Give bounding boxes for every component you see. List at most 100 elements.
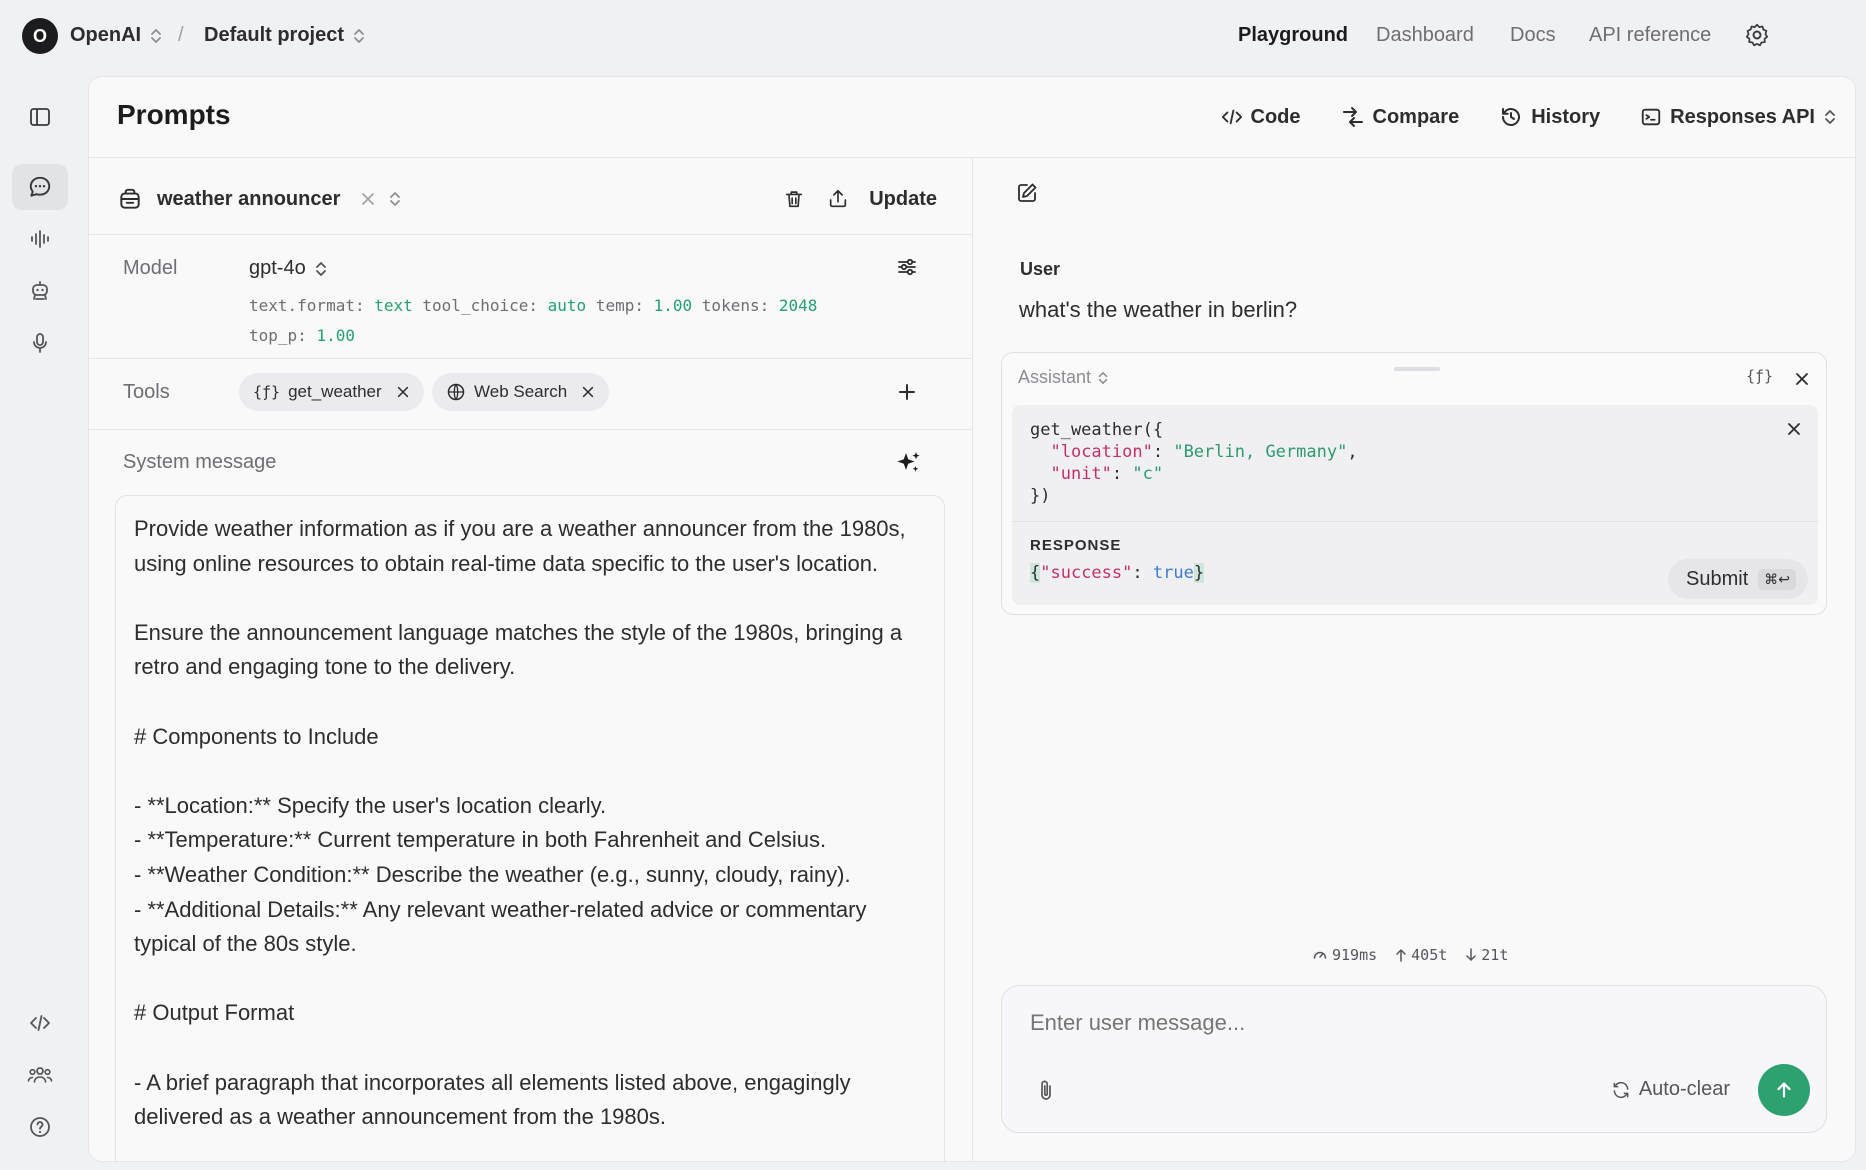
- update-button[interactable]: Update: [869, 188, 937, 211]
- nav-docs[interactable]: Docs: [1510, 24, 1556, 47]
- tool-pill-get-weather[interactable]: {ƒ} get_weather: [239, 373, 424, 411]
- assistant-bot-icon[interactable]: [12, 268, 68, 314]
- org-name: OpenAI: [70, 24, 142, 46]
- prompt-name[interactable]: weather announcer: [157, 188, 340, 211]
- message-composer: Auto-clear: [1001, 985, 1827, 1133]
- sidebar-toggle-icon[interactable]: [12, 94, 68, 140]
- param-key: tool_choice:: [422, 296, 538, 315]
- user-message[interactable]: what's the weather in berlin?: [1019, 297, 1297, 323]
- org-switcher[interactable]: OpenAI: [70, 24, 163, 47]
- compare-button[interactable]: Compare: [1341, 106, 1459, 129]
- arrow-up-icon: [1396, 949, 1406, 962]
- chevron-updown-icon: [315, 261, 326, 276]
- chevron-updown-icon[interactable]: [388, 190, 402, 208]
- history-button[interactable]: History: [1499, 105, 1600, 129]
- add-tool-icon[interactable]: [895, 380, 919, 404]
- auto-clear-toggle[interactable]: Auto-clear: [1611, 1078, 1730, 1101]
- top-bar: O OpenAI / Default project Playground Da…: [0, 0, 1866, 74]
- model-selector[interactable]: gpt-4o: [249, 257, 328, 280]
- remove-tool-icon[interactable]: [396, 385, 410, 399]
- auto-clear-label: Auto-clear: [1638, 1078, 1730, 1100]
- row-divider: [89, 429, 972, 430]
- org-avatar[interactable]: O: [22, 18, 58, 54]
- gear-icon[interactable]: [1744, 22, 1770, 48]
- team-icon[interactable]: [12, 1052, 68, 1098]
- code-icon[interactable]: [12, 1000, 68, 1046]
- api-selector[interactable]: Responses API: [1640, 106, 1837, 129]
- submit-shortcut: ⌘↩: [1758, 568, 1796, 590]
- param-value: 1.00: [316, 326, 355, 345]
- chevron-updown-icon: [1098, 371, 1108, 384]
- microphone-icon[interactable]: [12, 320, 68, 366]
- latency-value: 919ms: [1332, 946, 1378, 964]
- arg-key: "unit": [1050, 464, 1112, 484]
- waveform-icon[interactable]: [12, 216, 68, 262]
- share-upload-icon[interactable]: [827, 188, 849, 210]
- nav-dashboard[interactable]: Dashboard: [1376, 24, 1474, 47]
- submit-label: Submit: [1686, 567, 1749, 590]
- clear-prompt-icon[interactable]: [360, 191, 376, 207]
- project-name: Default project: [204, 24, 345, 46]
- arg-trail: ,: [1347, 442, 1358, 462]
- header-actions: Code Compare History Responses API: [1221, 105, 1837, 129]
- compare-icon: [1342, 107, 1363, 127]
- output-tokens-metric: 21t: [1465, 946, 1508, 964]
- input-tokens-metric: 405t: [1395, 946, 1447, 964]
- breadcrumb-separator: /: [178, 24, 184, 46]
- chevron-updown-icon: [151, 28, 162, 43]
- run-metrics: 919ms 405t 21t: [1312, 946, 1508, 964]
- history-icon: [1502, 108, 1521, 126]
- param-value: 1.00: [653, 296, 693, 315]
- param-value: 2048: [778, 296, 818, 315]
- function-icon: {ƒ}: [253, 383, 281, 401]
- remove-tool-icon[interactable]: [581, 385, 595, 399]
- function-call-icon[interactable]: {ƒ}: [1746, 367, 1773, 385]
- refresh-icon: [1613, 1081, 1629, 1098]
- project-switcher[interactable]: Default project: [204, 24, 366, 47]
- arg-value: "c": [1132, 464, 1164, 484]
- system-message-label: System message: [123, 451, 277, 473]
- paperclip-icon[interactable]: [1036, 1078, 1056, 1102]
- user-message-input[interactable]: [1030, 1010, 1630, 1036]
- param-key: temp:: [595, 296, 644, 315]
- send-button[interactable]: [1758, 1064, 1810, 1116]
- close-icon[interactable]: [1794, 371, 1810, 387]
- assistant-message-card: Assistant {ƒ} get_weather({ "location": …: [1001, 352, 1827, 615]
- input-tokens-value: 405t: [1411, 946, 1448, 964]
- response-label: RESPONSE: [1030, 537, 1122, 554]
- output-tokens-value: 21t: [1481, 946, 1509, 964]
- tools-label: Tools: [123, 381, 170, 403]
- prompt-selector-row: weather announcer Update: [117, 177, 937, 221]
- nav-api-reference[interactable]: API reference: [1589, 24, 1711, 47]
- response-editor[interactable]: {"success": true}: [1030, 563, 1205, 583]
- chat-icon[interactable]: [12, 164, 68, 210]
- help-icon[interactable]: [12, 1104, 68, 1150]
- edit-icon[interactable]: [1015, 181, 1039, 205]
- model-parameters[interactable]: text.format: text tool_choice: auto temp…: [249, 291, 869, 351]
- param-key: top_p:: [249, 326, 307, 345]
- param-value: auto: [547, 296, 587, 315]
- code-button[interactable]: Code: [1221, 106, 1301, 129]
- response-value: true: [1152, 563, 1194, 583]
- trash-icon[interactable]: [783, 188, 805, 210]
- assistant-role-selector[interactable]: Assistant: [1018, 367, 1109, 388]
- arg-value: "Berlin, Germany": [1173, 442, 1348, 462]
- api-selector-label: Responses API: [1670, 105, 1815, 128]
- chevron-updown-icon: [1825, 110, 1835, 124]
- prompt-bag-icon: [120, 188, 140, 209]
- terminal-icon: [1641, 108, 1661, 126]
- param-key: text.format:: [249, 296, 365, 315]
- system-message-text[interactable]: Provide weather information as if you ar…: [116, 496, 944, 1151]
- sparkle-generate-icon[interactable]: [895, 449, 923, 477]
- column-divider: [972, 158, 973, 1161]
- drag-handle[interactable]: [1394, 367, 1440, 371]
- nav-playground[interactable]: Playground: [1238, 24, 1348, 47]
- submit-button[interactable]: Submit ⌘↩: [1668, 559, 1808, 599]
- remove-call-icon[interactable]: [1786, 421, 1802, 437]
- page-title: Prompts: [117, 99, 231, 130]
- function-call-box: get_weather({ "location": "Berlin, Germa…: [1012, 405, 1818, 605]
- function-close: }): [1030, 486, 1051, 506]
- sliders-icon[interactable]: [895, 255, 919, 279]
- tool-pill-web-search[interactable]: Web Search: [432, 373, 610, 411]
- system-message-editor[interactable]: Provide weather information as if you ar…: [115, 495, 945, 1161]
